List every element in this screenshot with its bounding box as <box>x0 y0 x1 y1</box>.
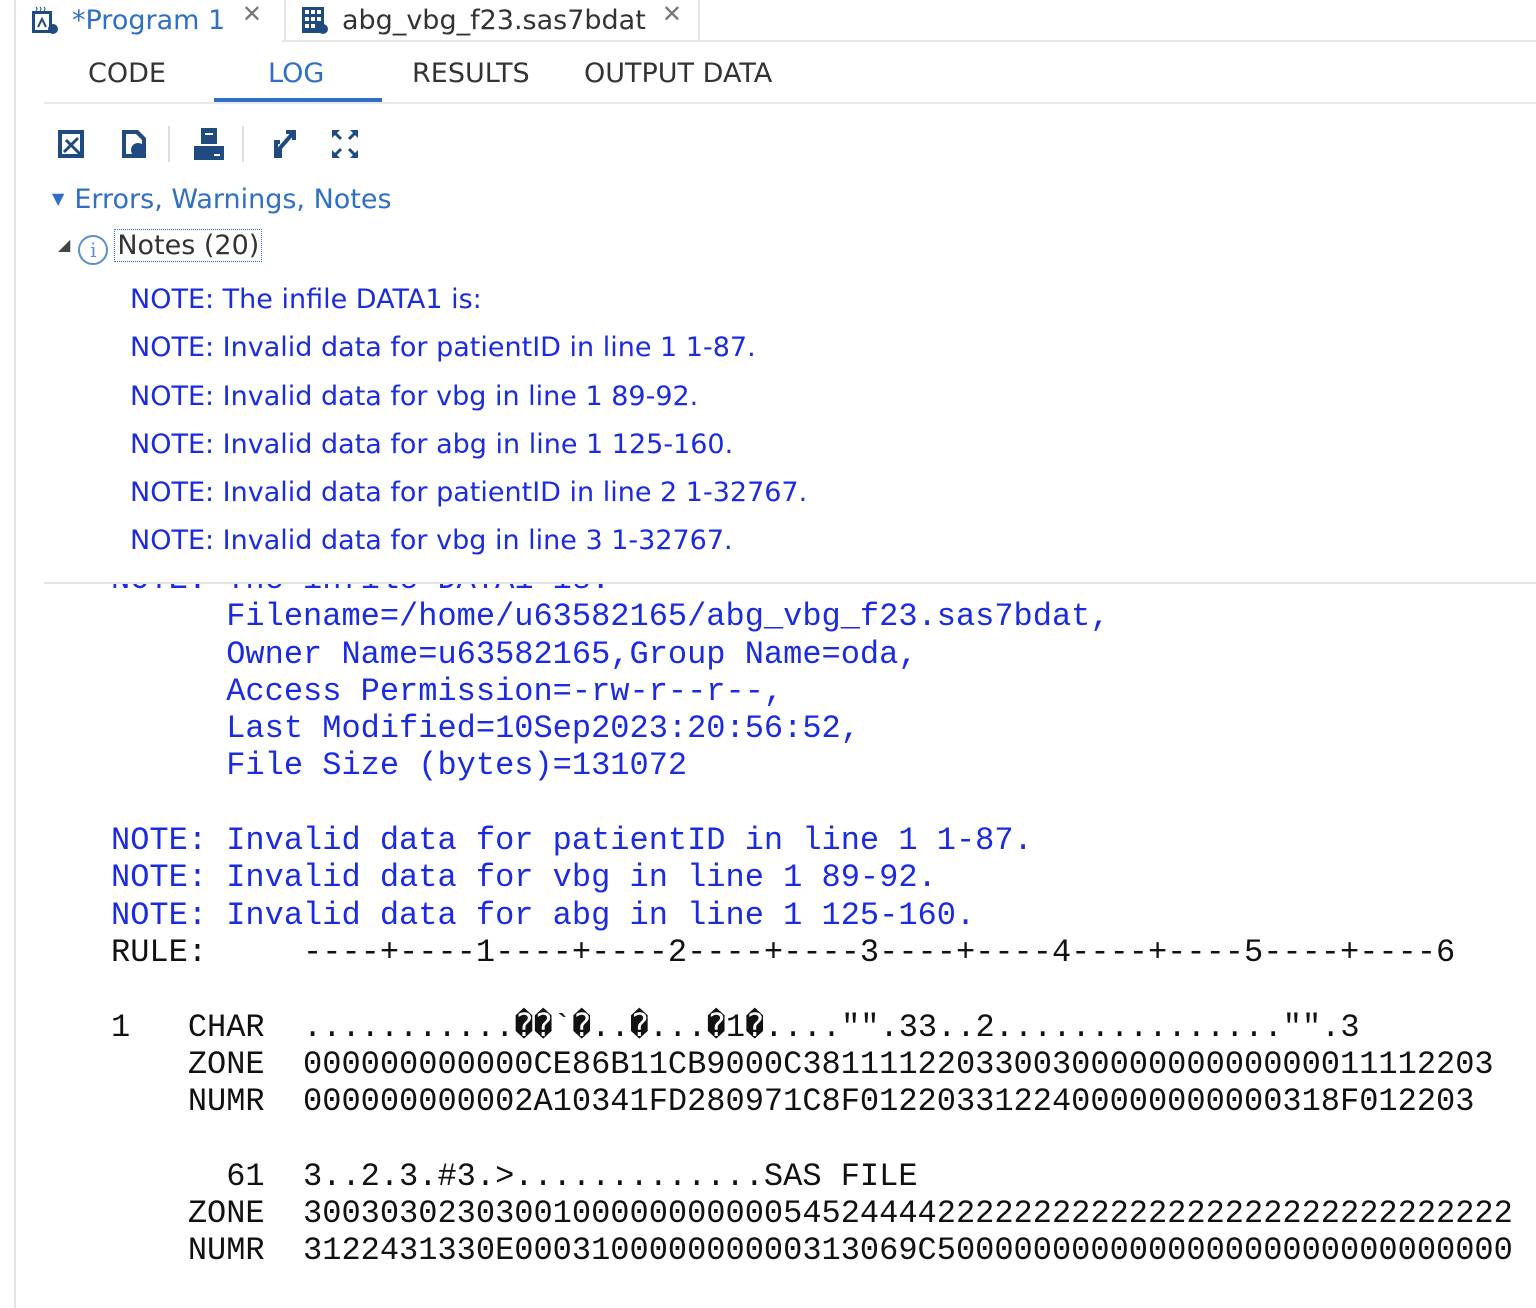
log-line: File Size (bytes)=131072 <box>111 747 688 785</box>
tab-program-1[interactable]: *Program 1 ✕ <box>16 0 278 40</box>
tab-dataset[interactable]: abg_vbg_f23.sas7bdat ✕ <box>284 0 700 42</box>
table-icon <box>302 7 328 34</box>
tab-label: abg_vbg_f23.sas7bdat <box>342 4 646 36</box>
tab-output-data[interactable]: OUTPUT DATA <box>584 58 772 102</box>
dump-line: 1 CHAR ...........��`�..�...�1�...."".33… <box>111 1008 1360 1046</box>
dump-line: NUMR 000000000002A10341FD280971C8F012203… <box>111 1083 1475 1121</box>
tab-label: *Program 1 <box>72 4 226 36</box>
left-border <box>14 0 16 1308</box>
log-toolbar <box>56 124 390 164</box>
dump-line: RULE: ----+----1----+----2----+----3----… <box>111 933 1456 971</box>
log-line: NOTE: Invalid data for vbg in line 1 89-… <box>111 859 937 897</box>
log-output: NOTE: The infile DATA1 is: Filename=/hom… <box>111 583 1536 1308</box>
dump-line: 61 3..2.3.#3.>.............SAS FILE <box>111 1157 918 1195</box>
log-line: Filename=/home/u63582165/abg_vbg_f23.sas… <box>111 598 1110 636</box>
pop-out-icon[interactable] <box>266 126 300 162</box>
log-line: Access Permission=-rw-r--r--, <box>111 672 784 710</box>
save-log-icon[interactable] <box>56 126 90 162</box>
log-line: NOTE: The infile DATA1 is: <box>111 583 610 598</box>
tab-code[interactable]: CODE <box>88 58 166 102</box>
print-icon[interactable] <box>192 126 226 162</box>
export-html-icon[interactable] <box>118 126 152 162</box>
toolbar-separator <box>242 126 244 162</box>
dump-line: NUMR 3122431330E000310000000000313069C50… <box>111 1232 1513 1270</box>
notes-label: Notes (20) <box>114 229 263 262</box>
notes-node[interactable]: ◢ i Notes (20) <box>58 229 263 265</box>
view-tabs: CODE LOG RESULTS OUTPUT DATA <box>44 52 1536 104</box>
info-icon: i <box>78 235 109 265</box>
toolbar-separator <box>168 126 170 162</box>
close-icon[interactable]: ✕ <box>662 0 682 28</box>
note-item[interactable]: NOTE: Invalid data for abg in line 1 125… <box>130 429 807 477</box>
log-text: NOTE: The infile DATA1 is: Filename=/hom… <box>111 583 1513 1270</box>
section-label: Errors, Warnings, Notes <box>74 184 392 215</box>
log-line: Last Modified=10Sep2023:20:56:52, <box>111 710 860 748</box>
note-item[interactable]: NOTE: Invalid data for vbg in line 1 89-… <box>130 381 807 429</box>
notes-list: NOTE: The infile DATA1 is: NOTE: Invalid… <box>130 284 807 574</box>
tab-log[interactable]: LOG <box>268 58 324 102</box>
dump-line: ZONE 30030302303001000000000005452444422… <box>111 1195 1513 1233</box>
log-line: Owner Name=u63582165,Group Name=oda, <box>111 635 918 673</box>
program-icon <box>32 6 58 34</box>
caret-down-icon: ▼ <box>52 189 65 208</box>
note-item[interactable]: NOTE: The infile DATA1 is: <box>130 284 807 332</box>
maximize-icon[interactable] <box>328 126 362 162</box>
note-item[interactable]: NOTE: Invalid data for patientID in line… <box>130 477 807 525</box>
pane-divider[interactable] <box>44 582 1536 584</box>
dump-line: ZONE 000000000000CE86B11CB9000C381111220… <box>111 1045 1494 1083</box>
errors-warnings-notes-section[interactable]: ▼ Errors, Warnings, Notes <box>52 184 392 215</box>
close-icon[interactable]: ✕ <box>242 0 262 28</box>
expanded-triangle-icon: ◢ <box>58 235 71 254</box>
tab-results[interactable]: RESULTS <box>412 58 530 102</box>
tabbar-divider <box>282 40 1536 42</box>
note-item[interactable]: NOTE: Invalid data for patientID in line… <box>130 332 807 380</box>
log-line: NOTE: Invalid data for abg in line 1 125… <box>111 896 976 934</box>
active-tab-indicator <box>214 98 382 102</box>
note-item[interactable]: NOTE: Invalid data for vbg in line 3 1-3… <box>130 525 807 573</box>
log-line: NOTE: Invalid data for patientID in line… <box>111 822 1033 860</box>
